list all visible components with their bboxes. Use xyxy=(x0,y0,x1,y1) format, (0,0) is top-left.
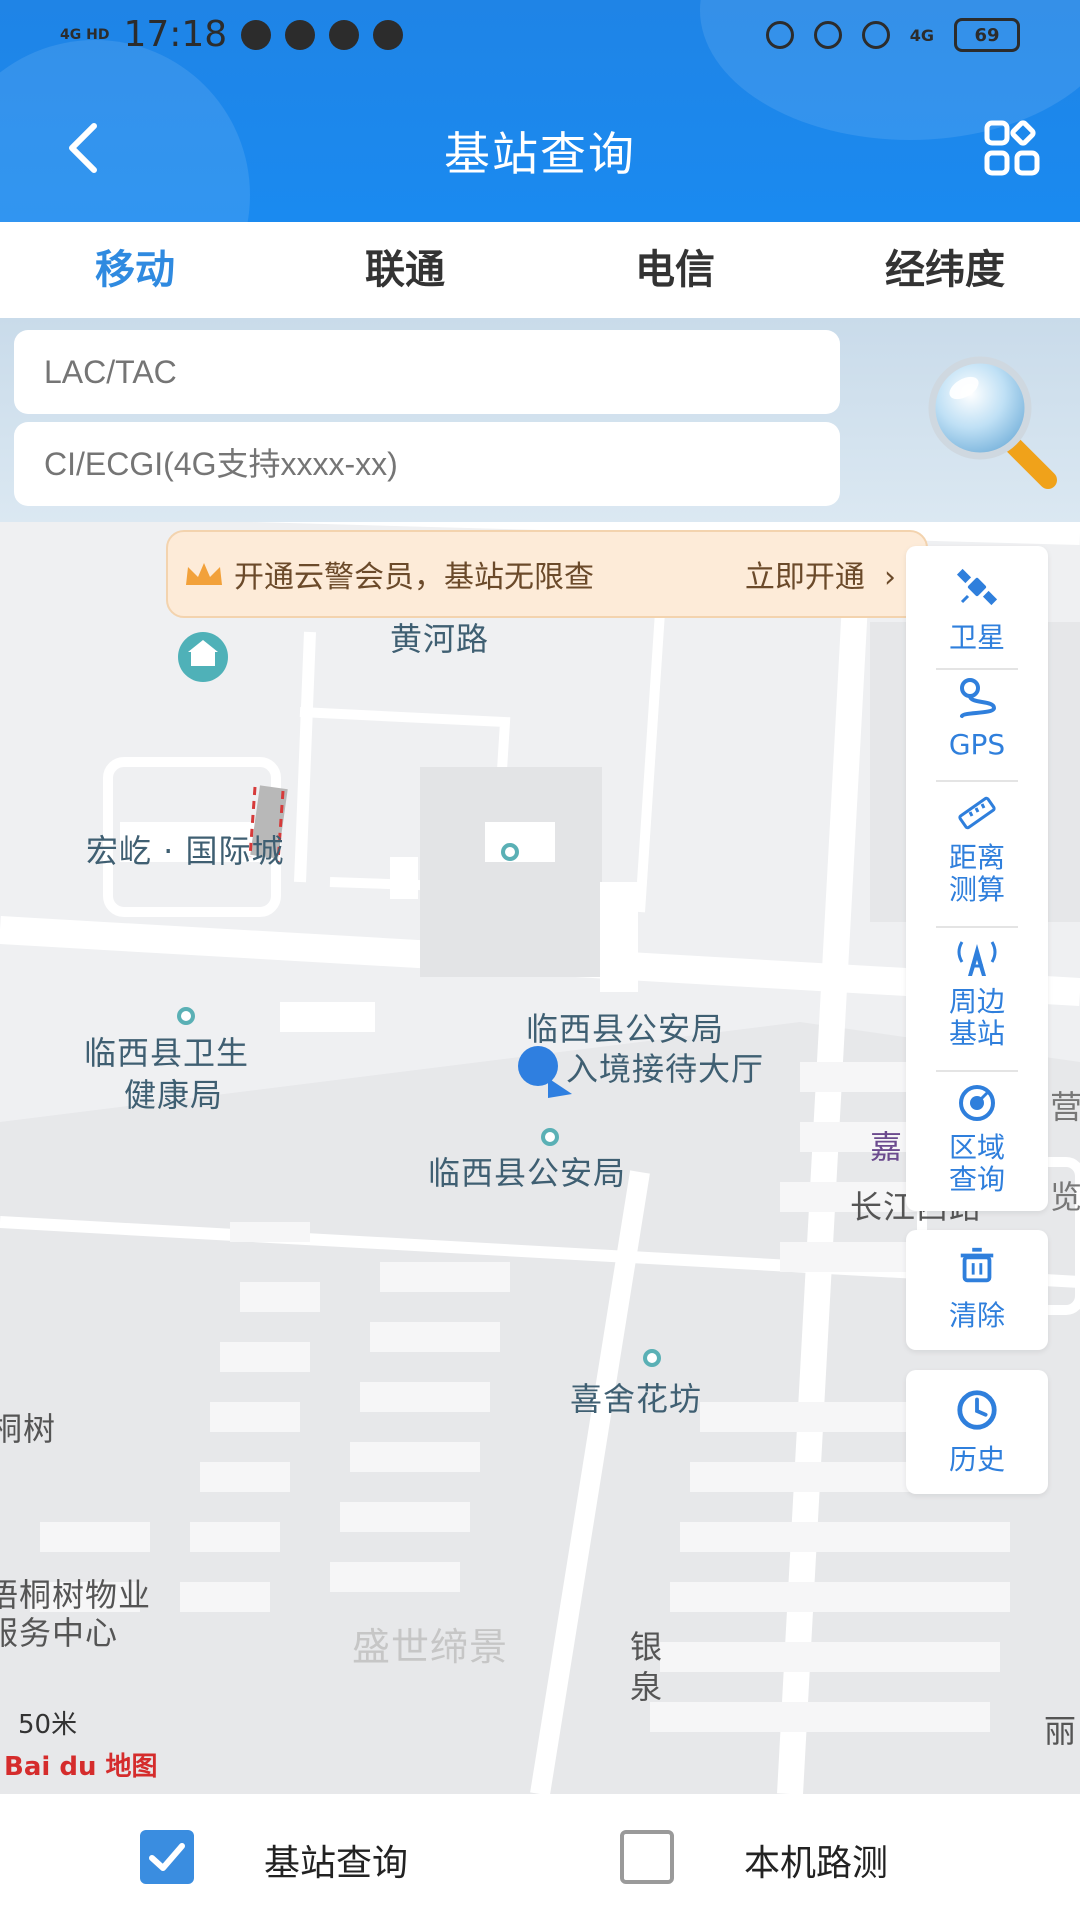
tool-area-query[interactable]: 区域 查询 xyxy=(916,1080,1038,1196)
status-app-icon xyxy=(285,19,316,50)
membership-banner[interactable]: 开通云警会员，基站无限查 立即开通 › xyxy=(166,530,928,618)
map-label-health-bureau: 临西县卫生 xyxy=(84,1034,250,1072)
divider xyxy=(936,780,1018,782)
lac-tac-input[interactable] xyxy=(14,330,840,414)
promo-text: 开通云警会员，基站无限查 xyxy=(234,560,594,595)
ci-ecgi-input[interactable] xyxy=(14,422,840,506)
divider xyxy=(936,668,1018,670)
tool-satellite[interactable]: 卫星 xyxy=(916,564,1038,656)
area-icon xyxy=(959,1085,995,1121)
map-label-health-bureau-2: 健康局 xyxy=(124,1076,224,1114)
tab-unicom[interactable]: 联通 xyxy=(270,222,540,318)
station-query-label: 基站查询 xyxy=(264,1843,409,1884)
chat-icon xyxy=(373,19,404,50)
satellite-icon xyxy=(956,568,998,606)
map-tools-panel: 卫星 GPS 距离 测算 周边 基站 区域 查询 xyxy=(906,546,1048,1211)
drive-test-label: 本机路测 xyxy=(744,1843,889,1884)
search-icon[interactable] xyxy=(922,348,1062,498)
map-label-jia: 嘉 xyxy=(870,1128,904,1166)
map-label-tongshu: 桐树 xyxy=(0,1410,57,1448)
station-query-checkbox[interactable] xyxy=(140,1830,194,1884)
status-app-icon xyxy=(241,19,272,50)
tab-telecom[interactable]: 电信 xyxy=(540,222,810,318)
tool-clear-label: 清除 xyxy=(948,1299,1005,1332)
tool-gps-label: GPS xyxy=(948,728,1006,761)
trash-icon xyxy=(960,1247,994,1283)
map-label-li: 丽 xyxy=(1044,1712,1078,1750)
map-label-police: 临西县公安局 xyxy=(428,1154,627,1192)
tool-history-label: 历史 xyxy=(948,1443,1005,1476)
map-label-huanghe-road: 黄河路 xyxy=(390,620,490,658)
status-app-icon xyxy=(329,19,360,50)
operator-tabs: 移动 联通 电信 经纬度 xyxy=(0,222,1080,318)
promo-cta-button[interactable]: 立即开通 › xyxy=(745,552,896,596)
antenna-icon xyxy=(957,941,997,976)
title-bar: 基站查询 xyxy=(0,100,1080,200)
tool-clear[interactable]: 清除 xyxy=(906,1230,1048,1350)
tool-nearby-label: 周边 基站 xyxy=(948,985,1005,1050)
map-label-jian: 营 xyxy=(1050,1088,1080,1126)
drive-test-checkbox[interactable] xyxy=(620,1830,674,1884)
search-panel xyxy=(0,318,1080,522)
ruler-icon xyxy=(958,796,996,830)
tool-satellite-label: 卫星 xyxy=(948,621,1005,654)
battery-level: 69 xyxy=(974,24,1000,46)
status-bar: 4G HD 17:18 4G 69 xyxy=(0,0,1080,72)
baidu-map-logo: Bai du 地图 xyxy=(4,1752,158,1782)
tool-nearby-stations[interactable]: 周边 基站 xyxy=(916,934,1038,1050)
promo-cta-label: 立即开通 xyxy=(744,560,865,595)
grid-icon[interactable] xyxy=(984,120,1040,176)
tab-latlng[interactable]: 经纬度 xyxy=(810,222,1080,318)
tool-area-label: 区域 查询 xyxy=(948,1131,1005,1196)
map-label-lan: 览 xyxy=(1050,1178,1080,1216)
map-label-wuye-2: 服务中心 xyxy=(0,1614,119,1652)
tool-distance-label: 距离 测算 xyxy=(948,841,1005,906)
alarm-icon xyxy=(813,21,842,49)
header-bar: 4G HD 17:18 4G 69 基站查询 xyxy=(0,0,1080,222)
page-title: 基站查询 xyxy=(444,127,636,181)
map-label-quan: 泉 xyxy=(630,1668,664,1706)
tool-gps[interactable]: GPS xyxy=(916,676,1038,761)
signal-4g-icon: 4G xyxy=(909,25,934,45)
tool-history[interactable]: 历史 xyxy=(906,1370,1048,1494)
map-label-hongyi: 宏屹 · 国际城 xyxy=(86,832,285,870)
chevron-right-icon: › xyxy=(884,560,896,595)
crown-icon xyxy=(186,563,222,585)
map-scale: 50米 xyxy=(18,1710,78,1740)
divider xyxy=(936,1070,1018,1072)
mute-icon xyxy=(861,21,890,49)
check-icon xyxy=(149,1843,185,1871)
clock-icon xyxy=(957,1390,997,1430)
network-indicator: 4G HD xyxy=(60,26,110,43)
divider xyxy=(936,926,1018,928)
tool-distance[interactable]: 距离 测算 xyxy=(916,790,1038,906)
gps-icon xyxy=(960,678,997,718)
status-time: 17:18 xyxy=(123,14,228,55)
bottom-options: 基站查询 本机路测 xyxy=(0,1794,1080,1920)
map-label-shengshi: 盛世缔景 xyxy=(352,1625,509,1669)
location-icon xyxy=(765,21,794,49)
map-label-police-entry-2: 入境接待大厅 xyxy=(566,1050,765,1088)
battery-icon: 69 xyxy=(954,18,1020,52)
map-label-xishe: 喜舍花坊 xyxy=(570,1380,703,1418)
tab-mobile[interactable]: 移动 xyxy=(0,222,270,318)
